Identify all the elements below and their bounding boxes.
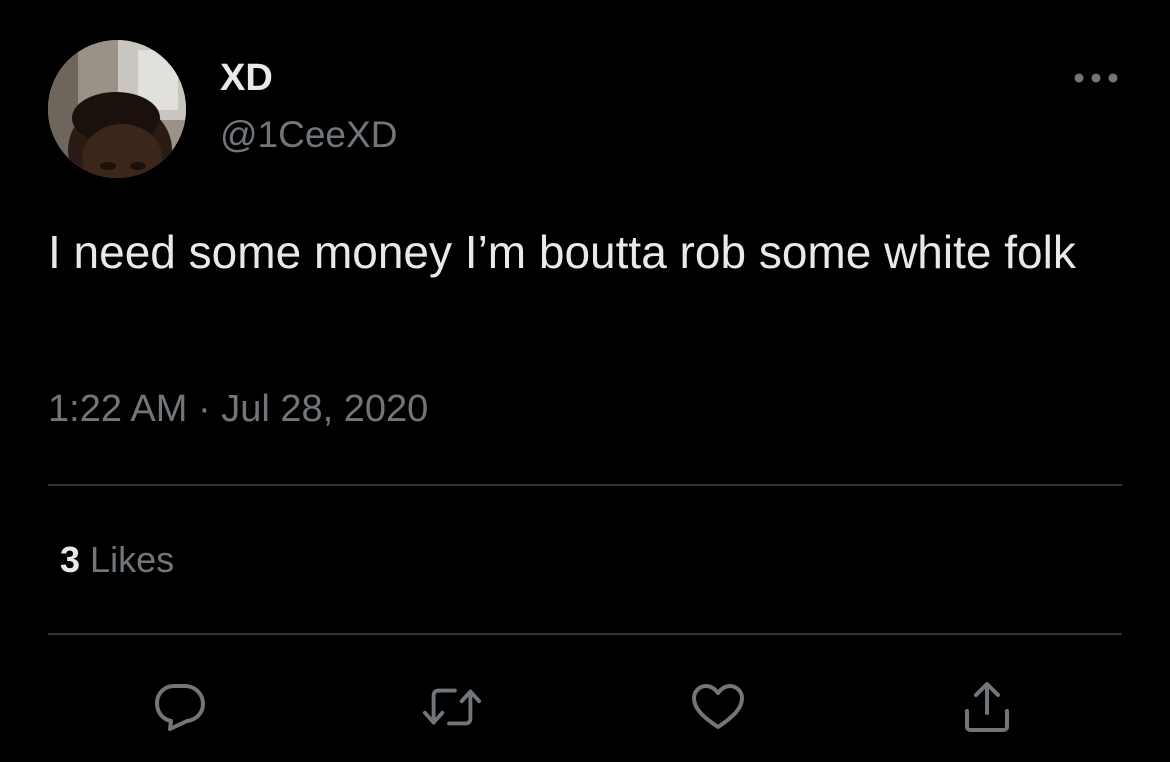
avatar[interactable] [48,40,186,178]
more-options-button[interactable] [1066,58,1126,98]
reply-icon [155,684,205,731]
retweet-button[interactable] [422,677,482,737]
share-icon [965,682,1009,732]
more-options-icon [1074,73,1118,83]
tweet-card: XD @1CeeXD I need some money I’m boutta … [0,0,1170,762]
share-button[interactable] [957,677,1017,737]
reply-button[interactable] [150,677,210,737]
retweet-icon [422,688,482,726]
tweet-timestamp[interactable]: 1:22 AM · Jul 28, 2020 [48,386,428,432]
likes-stat[interactable]: 3 Likes [60,538,174,582]
tweet-text: I need some money I’m boutta rob some wh… [48,226,1076,278]
author-display-name[interactable]: XD [220,56,273,100]
heart-icon [692,684,744,729]
author-handle[interactable]: @1CeeXD [220,113,397,157]
divider [48,484,1122,486]
likes-label: Likes [90,539,175,580]
like-button[interactable] [688,677,748,737]
likes-count: 3 [60,539,81,580]
avatar-image [48,40,186,178]
divider [48,633,1122,635]
